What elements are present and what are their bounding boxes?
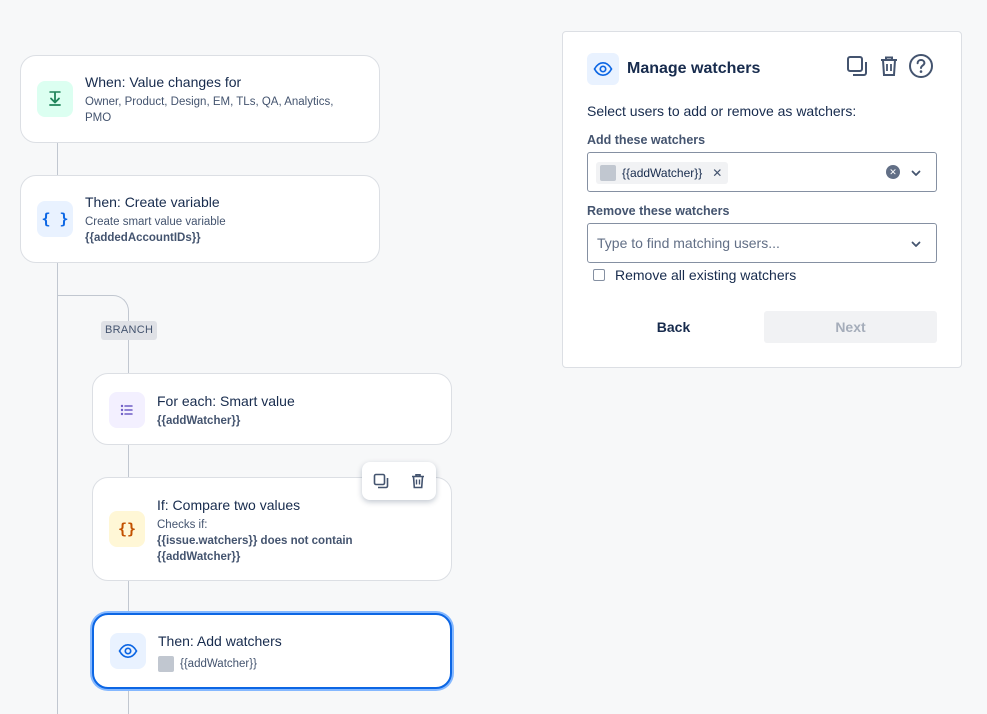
remove-all-row: Remove all existing watchers [593,267,796,283]
connector-line [128,340,129,374]
create-variable-card[interactable]: { } Then: Create variable Create smart v… [20,175,380,263]
duplicate-icon[interactable] [372,472,390,490]
remove-watchers-select[interactable]: Type to find matching users... [587,223,937,263]
duplicate-icon[interactable] [845,54,869,78]
for-each-value: {{addWatcher}} [157,415,241,427]
condition-subtitle: Checks if: [157,519,208,531]
trigger-icon [37,81,73,117]
code-braces-icon: { } [37,201,73,237]
trash-icon[interactable] [877,54,901,78]
for-each-card[interactable]: For each: Smart value {{addWatcher}} [92,373,452,445]
connector-line [128,444,129,478]
panel-title: Manage watchers [627,60,761,77]
trash-icon[interactable] [409,472,427,490]
create-variable-subtitle: Create smart value variable [85,216,226,228]
connector-line [57,262,58,714]
eye-icon [110,633,146,669]
add-watchers-value: {{addWatcher}} [180,658,257,670]
create-variable-value: {{addedAccountIDs}} [85,232,201,244]
create-variable-title: Then: Create variable [85,194,220,210]
panel-eye-icon [587,53,619,85]
watcher-tag: {{addWatcher}} ✕ [596,162,729,184]
back-button[interactable]: Back [587,311,760,343]
remove-watchers-placeholder: Type to find matching users... [597,235,780,251]
clear-icon[interactable]: ✕ [886,165,900,179]
trigger-title: When: Value changes for [85,74,242,90]
add-watchers-select[interactable]: {{addWatcher}} ✕ ✕ [587,152,937,192]
connector-line [128,690,129,714]
chevron-down-icon[interactable] [910,238,922,250]
for-each-title: For each: Smart value [157,393,295,409]
remove-watchers-label: Remove these watchers [587,204,730,218]
panel-description: Select users to add or remove as watcher… [587,103,857,119]
add-watchers-title: Then: Add watchers [158,633,282,649]
chevron-down-icon[interactable] [910,167,922,179]
list-icon [109,392,145,428]
trigger-subtitle: Owner, Product, Design, EM, TLs, QA, Ana… [85,96,334,124]
condition-braces-icon: {} [109,511,145,547]
add-watchers-label: Add these watchers [587,133,706,147]
avatar [600,165,616,181]
help-icon[interactable] [908,53,934,79]
watcher-tag-label: {{addWatcher}} [622,166,703,180]
trigger-card[interactable]: When: Value changes for Owner, Product, … [20,55,380,143]
card-actions-toolbar [362,462,436,500]
next-button[interactable]: Next [764,311,937,343]
connector-line [128,580,129,612]
remove-tag-icon[interactable]: ✕ [712,166,722,180]
add-watchers-card[interactable]: Then: Add watchers {{addWatcher}} [92,613,452,689]
condition-expr-line2: {{addWatcher}} [157,551,241,563]
condition-title: If: Compare two values [157,497,301,513]
connector-line [57,142,58,176]
condition-expr-line1: {{issue.watchers}} does not contain [157,535,353,547]
manage-watchers-panel: Manage watchers Select users to add or r… [562,31,962,368]
add-watchers-value-row: {{addWatcher}} [158,656,257,672]
avatar [158,656,174,672]
remove-all-label: Remove all existing watchers [615,267,797,283]
remove-all-checkbox[interactable] [593,269,605,281]
branch-label: BRANCH [101,321,158,340]
